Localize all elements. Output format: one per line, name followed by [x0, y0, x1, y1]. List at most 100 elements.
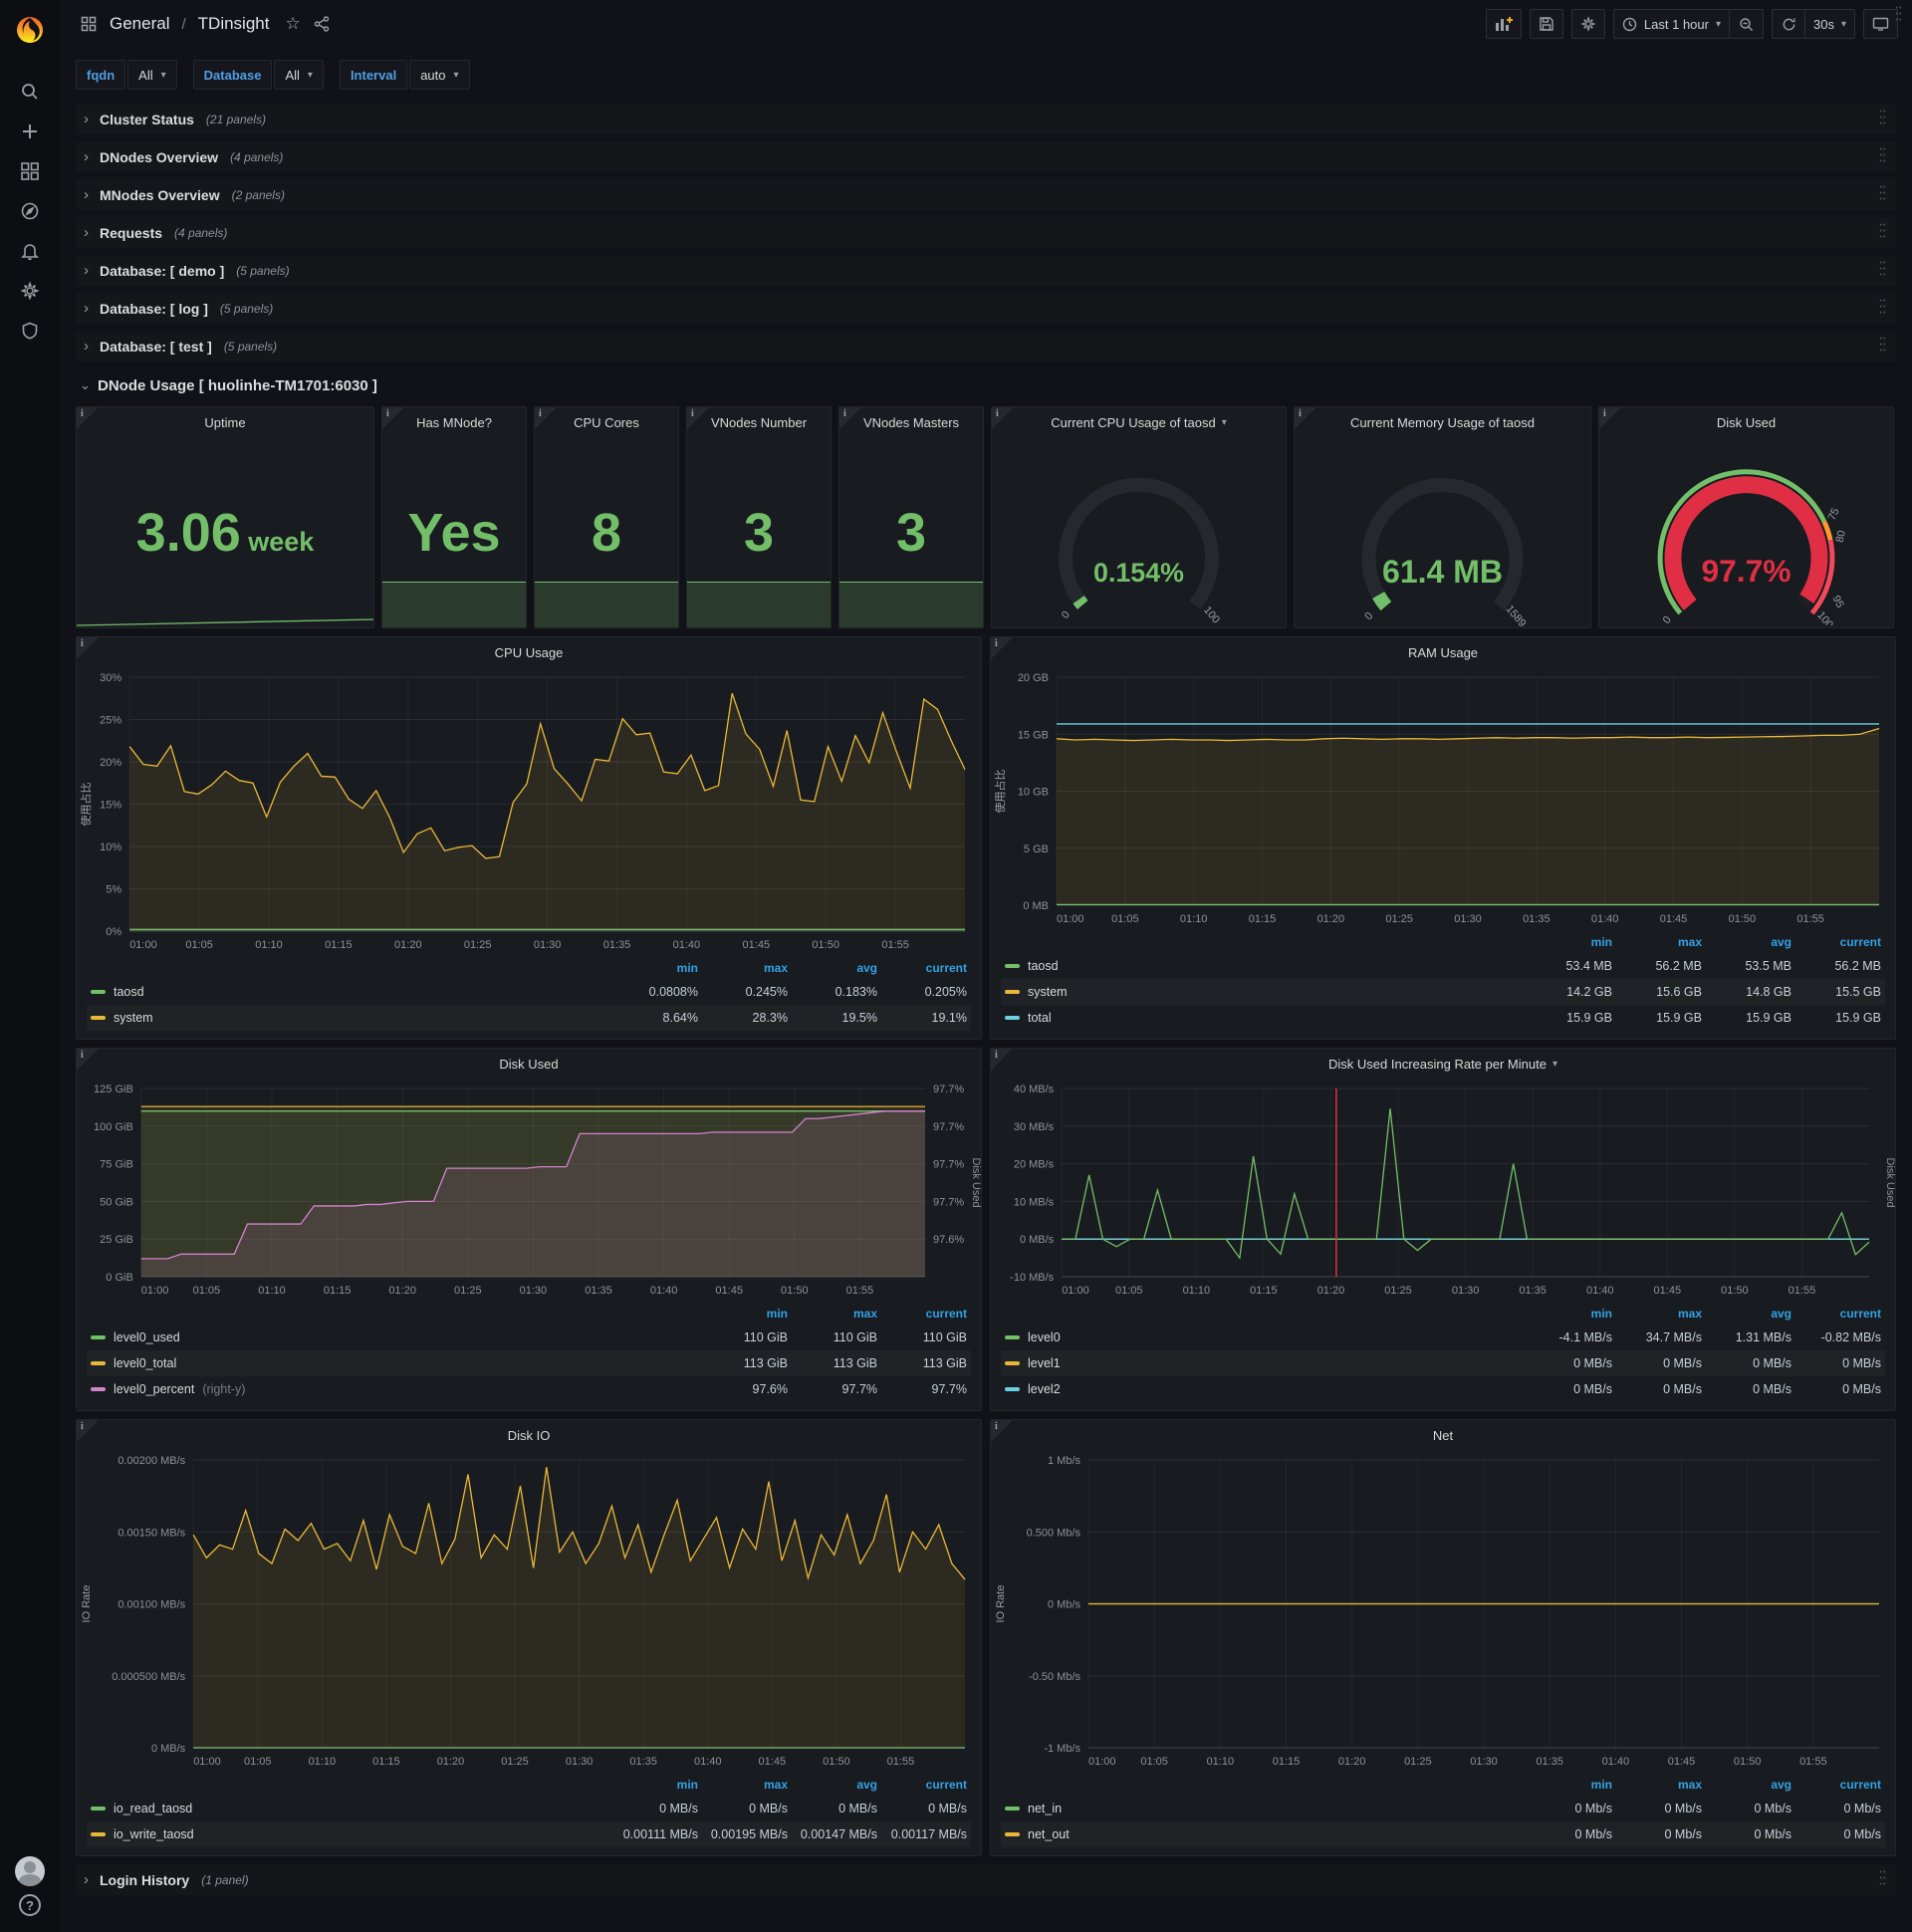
legend-header[interactable]: max	[1612, 1307, 1702, 1321]
legend-header[interactable]: current	[877, 1778, 967, 1792]
panel-title[interactable]: Disk Used Increasing Rate per Minute ▾	[991, 1049, 1895, 1079]
legend-series-name[interactable]: total	[1005, 1011, 1523, 1025]
row-mnodes-overview[interactable]: › MNodes Overview (2 panels) •• •• ••	[76, 179, 1896, 210]
legend-header[interactable]: min	[1523, 935, 1612, 949]
row-drag-handle[interactable]: •• •• ••	[1892, 5, 1906, 24]
legend-header[interactable]: current	[1792, 935, 1881, 949]
chart-plot-diskused[interactable]: 125 GiB 100 GiB 75 GiB 50 GiB 25 GiB 0 GiB 01:…	[77, 1079, 981, 1301]
variable-value-Interval[interactable]: auto ▾	[409, 60, 470, 90]
grafana-logo-icon[interactable]	[8, 8, 52, 52]
configuration-gear-icon[interactable]	[8, 271, 52, 311]
legend-header[interactable]: current	[1792, 1307, 1881, 1321]
row-dnodes-overview[interactable]: › DNodes Overview (4 panels) •• •• ••	[76, 141, 1896, 172]
legend-series-name[interactable]: net_in	[1005, 1802, 1523, 1815]
legend-header[interactable]: max	[698, 961, 788, 975]
chart-plot-diskrate[interactable]: 40 MB/s 30 MB/s 20 MB/s 10 MB/s 0 MB/s -10 MB…	[991, 1079, 1895, 1301]
panel-info-corner[interactable]: i	[382, 407, 404, 429]
legend-series-name[interactable]: net_out	[1005, 1827, 1523, 1841]
legend-header[interactable]: max	[1612, 935, 1702, 949]
search-icon[interactable]	[8, 72, 52, 112]
help-icon[interactable]: ?	[19, 1894, 41, 1916]
legend-header[interactable]: max	[1612, 1778, 1702, 1792]
refresh-interval-picker[interactable]: 30s ▾	[1805, 9, 1855, 39]
server-admin-shield-icon[interactable]	[8, 311, 52, 351]
row-cluster-status[interactable]: › Cluster Status (21 panels) •• •• ••	[76, 104, 1896, 134]
time-range-picker[interactable]: Last 1 hour ▾	[1612, 9, 1730, 39]
row-drag-handle[interactable]: •• •• ••	[1876, 1869, 1890, 1888]
chart-plot-cpu[interactable]: 30% 25% 20% 15% 10% 5% 0% 01:00 01:05 01:10 01:15 0…	[77, 667, 981, 955]
dashboard-grid-icon[interactable]	[78, 4, 100, 44]
legend-series-name[interactable]: level0	[1005, 1330, 1523, 1344]
legend-header[interactable]: min	[698, 1307, 788, 1321]
row-database-log-[interactable]: › Database: [ log ] (5 panels) •• •• ••	[76, 293, 1896, 324]
legend-series-name[interactable]: io_read_taosd	[91, 1802, 608, 1815]
panel-info-corner[interactable]: i	[1599, 407, 1621, 429]
row-login-history[interactable]: › Login History (1 panel) •• •• ••	[76, 1864, 1896, 1895]
legend-header[interactable]: min	[1523, 1307, 1612, 1321]
user-avatar[interactable]	[15, 1856, 45, 1886]
panel-info-corner[interactable]: i	[991, 637, 1013, 659]
legend-series-name[interactable]: system	[91, 1011, 608, 1025]
explore-compass-icon[interactable]	[8, 191, 52, 231]
legend-header[interactable]: min	[608, 961, 698, 975]
save-dashboard-button[interactable]	[1529, 9, 1563, 39]
panel-info-corner[interactable]: i	[991, 1049, 1013, 1071]
row-drag-handle[interactable]: •• •• ••	[1876, 146, 1890, 165]
legend-header[interactable]: avg	[1702, 1778, 1792, 1792]
legend-series-name[interactable]: level0_used	[91, 1330, 698, 1344]
panel-title[interactable]: CPU Usage	[77, 637, 981, 667]
chart-plot-net[interactable]: 1 Mb/s 0.500 Mb/s 0 Mb/s -0.50 Mb/s -1 Mb/s 0…	[991, 1450, 1895, 1772]
panel-title[interactable]: Disk Used	[77, 1049, 981, 1079]
panel-info-corner[interactable]: i	[687, 407, 709, 429]
chart-plot-diskio[interactable]: 0.00200 MB/s 0.00150 MB/s 0.00100 MB/s 0.00…	[77, 1450, 981, 1772]
chart-plot-ram[interactable]: 20 GB 15 GB 10 GB 5 GB 0 MB 01:00 01:05 01:10 01…	[991, 667, 1895, 929]
legend-header[interactable]: avg	[1702, 1307, 1792, 1321]
create-plus-icon[interactable]	[8, 112, 52, 151]
variable-value-Database[interactable]: All ▾	[274, 60, 324, 90]
variable-value-fqdn[interactable]: All ▾	[127, 60, 177, 90]
legend-header[interactable]: current	[877, 1307, 967, 1321]
zoom-out-time-button[interactable]	[1730, 9, 1764, 39]
legend-series-name[interactable]: level1	[1005, 1356, 1523, 1370]
legend-series-name[interactable]: io_write_taosd	[91, 1827, 608, 1841]
legend-header[interactable]: current	[1792, 1778, 1881, 1792]
panel-info-corner[interactable]: i	[77, 1049, 99, 1071]
legend-series-name[interactable]: level0_percent (right-y)	[91, 1382, 698, 1396]
panel-title[interactable]: Net	[991, 1420, 1895, 1450]
row-drag-handle[interactable]: •• •• ••	[1876, 109, 1890, 127]
panel-title[interactable]: Current CPU Usage of taosd ▾	[992, 407, 1286, 437]
panel-info-corner[interactable]: i	[77, 1420, 99, 1442]
variable-label-fqdn[interactable]: fqdn	[76, 60, 126, 90]
row-drag-handle[interactable]: •• •• ••	[1876, 184, 1890, 203]
legend-header[interactable]: max	[698, 1778, 788, 1792]
row-database-demo-[interactable]: › Database: [ demo ] (5 panels) •• •• ••	[76, 255, 1896, 286]
panel-info-corner[interactable]: i	[991, 1420, 1013, 1442]
breadcrumb-page-title[interactable]: TDinsight	[198, 14, 270, 34]
legend-header[interactable]: avg	[1702, 935, 1792, 949]
row-requests[interactable]: › Requests (4 panels) •• •• ••	[76, 217, 1896, 248]
breadcrumb-section[interactable]: General	[110, 14, 169, 34]
legend-series-name[interactable]: level2	[1005, 1382, 1523, 1396]
row-drag-handle[interactable]: •• •• ••	[1876, 260, 1890, 279]
legend-series-name[interactable]: taosd	[1005, 959, 1523, 973]
share-dashboard-icon[interactable]	[311, 4, 333, 44]
alerting-bell-icon[interactable]	[8, 231, 52, 271]
panel-info-corner[interactable]: i	[77, 637, 99, 659]
legend-series-name[interactable]: taosd	[91, 985, 608, 999]
panel-title[interactable]: Disk IO	[77, 1420, 981, 1450]
legend-series-name[interactable]: level0_total	[91, 1356, 698, 1370]
panel-info-corner[interactable]: i	[535, 407, 557, 429]
row-dnode-usage[interactable]: ⌄ DNode Usage [ huolinhe-TM1701:6030 ] •…	[76, 5, 1901, 402]
legend-header[interactable]: min	[608, 1778, 698, 1792]
row-drag-handle[interactable]: •• •• ••	[1876, 222, 1890, 241]
legend-header[interactable]: max	[788, 1307, 877, 1321]
panel-title[interactable]: RAM Usage	[991, 637, 1895, 667]
legend-header[interactable]: avg	[788, 1778, 877, 1792]
refresh-button[interactable]	[1772, 9, 1805, 39]
legend-header[interactable]: min	[1523, 1778, 1612, 1792]
legend-header[interactable]: current	[877, 961, 967, 975]
variable-label-Interval[interactable]: Interval	[339, 60, 408, 90]
panel-info-corner[interactable]: i	[1295, 407, 1316, 429]
dashboards-icon[interactable]	[8, 151, 52, 191]
variable-label-Database[interactable]: Database	[192, 60, 273, 90]
